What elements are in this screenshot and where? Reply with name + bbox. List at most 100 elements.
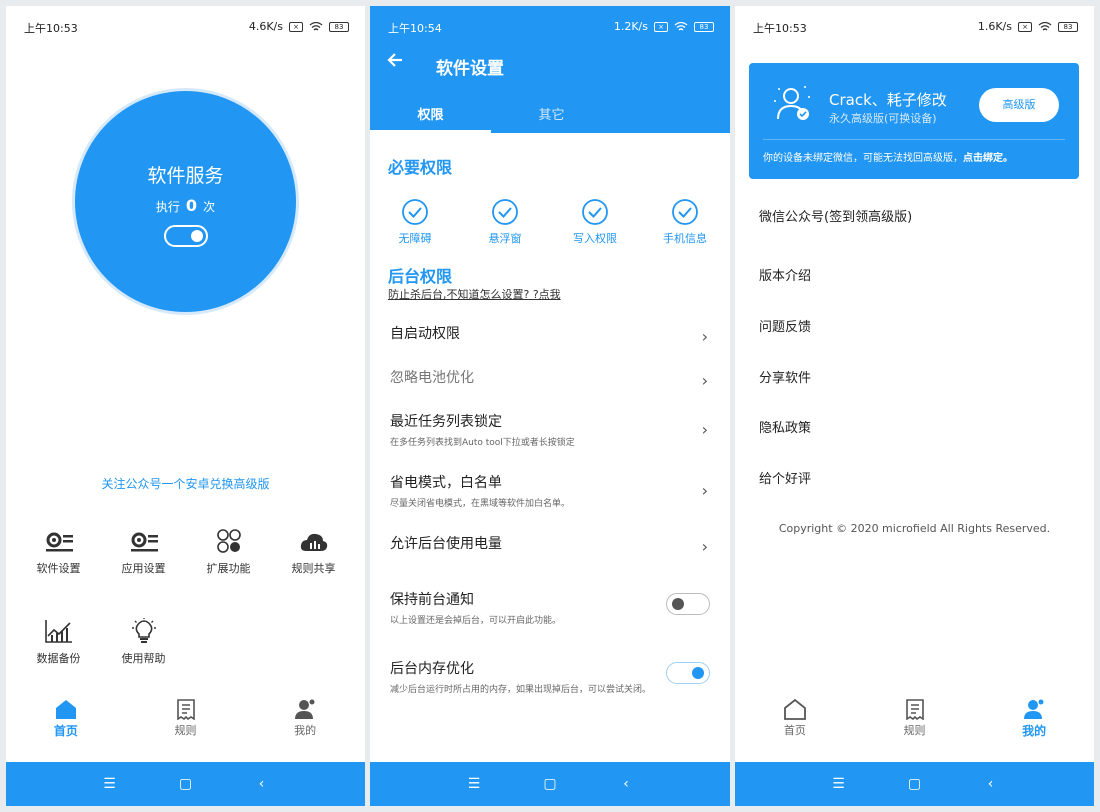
copyright: Copyright © 2020 microfield All Rights R… — [778, 522, 1051, 535]
receipt-icon — [176, 699, 195, 720]
tab-home[interactable]: 首页 — [6, 698, 126, 748]
chevron-right-icon: › — [701, 481, 708, 500]
tab-permissions[interactable]: 权限 — [370, 100, 491, 133]
permission-list: 无障碍 悬浮窗 写入权限 手机信息 — [370, 198, 730, 246]
system-nav-bar: ☰ ▢ ‹ — [370, 762, 730, 806]
menu-item-wechat[interactable]: 微信公众号(签到领高级版) — [759, 206, 912, 225]
user-icon — [295, 699, 315, 719]
back-button[interactable]: ‹ — [615, 776, 637, 792]
background-help-link[interactable]: 防止杀后台,不知道怎么设置? ?点我 — [388, 286, 561, 302]
perm-overlay[interactable]: 悬浮窗 — [460, 198, 550, 246]
foreground-notification-switch[interactable] — [666, 593, 710, 615]
status-bar: 上午10:54 1.2K/s × 83 — [370, 6, 730, 46]
menu-item-privacy[interactable]: 隐私政策 — [759, 417, 811, 436]
menu-item-feedback[interactable]: 问题反馈 — [759, 316, 811, 335]
home-icon — [783, 698, 806, 720]
back-arrow-icon[interactable] — [386, 52, 404, 68]
bottom-tab-bar: 首页 规则 我的 — [735, 698, 1094, 748]
perm-write[interactable]: 写入权限 — [550, 198, 640, 246]
cloud-icon — [300, 533, 327, 551]
back-button[interactable]: ‹ — [251, 776, 273, 792]
status-time: 上午10:53 — [24, 22, 78, 35]
sim-icon: × — [1018, 21, 1032, 32]
sim-icon: × — [654, 21, 668, 32]
check-circle-icon — [402, 199, 428, 225]
profile-screen: 上午10:53 1.6K/s × 83 Crack、耗子修改 永久高级版(可换设… — [735, 6, 1094, 806]
tab-mine[interactable]: 我的 — [974, 698, 1094, 748]
row-background-battery[interactable]: 允许后台使用电量 › — [370, 533, 730, 556]
status-time: 上午10:53 — [753, 22, 807, 35]
grid-item-help[interactable]: 使用帮助 — [101, 616, 186, 706]
row-memory-optimization: 后台内存优化 减少后台运行时所占用的内存，如果出现掉后台，可以尝试关闭。 — [370, 658, 730, 695]
row-recent-task-lock[interactable]: 最近任务列表锁定 在多任务列表找到Auto tool下拉或者长按锁定 › — [370, 411, 730, 448]
perm-accessibility[interactable]: 无障碍 — [370, 198, 460, 246]
back-button[interactable]: ‹ — [980, 776, 1002, 792]
row-power-saving-whitelist[interactable]: 省电模式，白名单 尽量关闭省电模式，在黑域等软件加白名单。 › — [370, 472, 730, 509]
perm-phone-info[interactable]: 手机信息 — [640, 198, 730, 246]
row-foreground-notification: 保持前台通知 以上设置还是会掉后台，可以开启此功能。 — [370, 589, 730, 626]
home-screen: 上午10:53 4.6K/s × 83 软件服务 执行 0 次 关注公众号一个安卓兑… — [6, 6, 365, 806]
wifi-icon — [309, 21, 323, 30]
bind-notice: 你的设备未绑定微信，可能无法找回高级版，点击绑定。 — [763, 153, 1013, 164]
grid-item-rule-sharing[interactable]: 规则共享 — [271, 526, 356, 616]
section-background-permissions: 后台权限 — [388, 267, 453, 286]
status-bar: 上午10:53 1.6K/s × 83 — [735, 6, 1094, 46]
battery-icon: 83 — [1058, 21, 1078, 32]
tab-home[interactable]: 首页 — [735, 698, 855, 748]
grid-item-extensions[interactable]: 扩展功能 — [186, 526, 271, 616]
home-button[interactable]: ▢ — [175, 776, 197, 792]
recents-button[interactable]: ☰ — [99, 776, 121, 792]
page-title: 软件设置 — [436, 59, 504, 79]
menu-item-version[interactable]: 版本介绍 — [759, 265, 811, 284]
chevron-right-icon: › — [701, 537, 708, 556]
grid-item-data-backup[interactable]: 数据备份 — [16, 616, 101, 706]
grid-item-software-settings[interactable]: 软件设置 — [16, 526, 101, 616]
settings-screen: 上午10:54 1.2K/s × 83 软件设置 权限 其它 必要权限 无障碍 … — [370, 6, 730, 806]
tab-rules[interactable]: 规则 — [855, 698, 975, 748]
tab-mine[interactable]: 我的 — [245, 698, 365, 748]
bottom-tab-bar: 首页 规则 我的 — [6, 698, 365, 748]
menu-item-rate[interactable]: 给个好评 — [759, 468, 811, 487]
system-nav-bar: ☰ ▢ ‹ — [6, 762, 365, 806]
settings-tabs: 权限 其它 — [370, 100, 730, 133]
bind-link[interactable]: 点击绑定。 — [963, 153, 1013, 164]
service-title: 软件服务 — [147, 165, 224, 187]
memory-optimization-switch[interactable] — [666, 662, 710, 684]
exec-counter: 执行 0 次 — [155, 196, 216, 215]
tab-rules[interactable]: 规则 — [126, 698, 246, 748]
chart-icon — [44, 620, 72, 643]
chevron-right-icon: › — [701, 371, 708, 390]
promo-link[interactable]: 关注公众号一个安卓兑换高级版 — [6, 475, 365, 492]
wifi-icon — [674, 21, 688, 30]
home-button[interactable]: ▢ — [539, 776, 561, 792]
settings-header: 上午10:54 1.2K/s × 83 软件设置 权限 其它 — [370, 6, 730, 133]
service-switch[interactable] — [163, 225, 208, 247]
feature-grid: 软件设置 应用设置 扩展功能 规则共享 数据备份 使用帮助 — [16, 526, 356, 706]
network-speed: 1.2K/s — [613, 20, 648, 33]
service-toggle-circle[interactable]: 软件服务 执行 0 次 — [72, 88, 299, 315]
row-autostart[interactable]: 自启动权限 › — [370, 323, 730, 346]
system-nav-bar: ☰ ▢ ‹ — [735, 762, 1094, 806]
menu-item-share[interactable]: 分享软件 — [759, 367, 811, 386]
user-icon — [1024, 699, 1044, 719]
check-circle-icon — [492, 199, 518, 225]
tab-other[interactable]: 其它 — [491, 100, 612, 133]
sim-icon: × — [289, 21, 303, 32]
settings-icon — [130, 532, 158, 552]
recents-button[interactable]: ☰ — [463, 776, 485, 792]
row-battery-optimization[interactable]: 忽略电池优化 › — [370, 367, 730, 390]
account-plan: 永久高级版(可换设备) — [829, 112, 937, 125]
pro-button[interactable]: 高级版 — [979, 88, 1059, 122]
account-name: Crack、耗子修改 — [829, 91, 947, 109]
home-button[interactable]: ▢ — [904, 776, 926, 792]
chevron-right-icon: › — [701, 327, 708, 346]
recents-button[interactable]: ☰ — [828, 776, 850, 792]
grid-item-app-settings[interactable]: 应用设置 — [101, 526, 186, 616]
account-card: Crack、耗子修改 永久高级版(可换设备) 高级版 你的设备未绑定微信，可能无… — [749, 63, 1079, 179]
lightbulb-icon — [131, 618, 156, 643]
divider — [763, 139, 1065, 140]
check-circle-icon — [672, 199, 698, 225]
battery-icon: 83 — [694, 21, 714, 32]
network-speed: 4.6K/s — [248, 20, 283, 33]
extensions-icon — [216, 529, 241, 553]
